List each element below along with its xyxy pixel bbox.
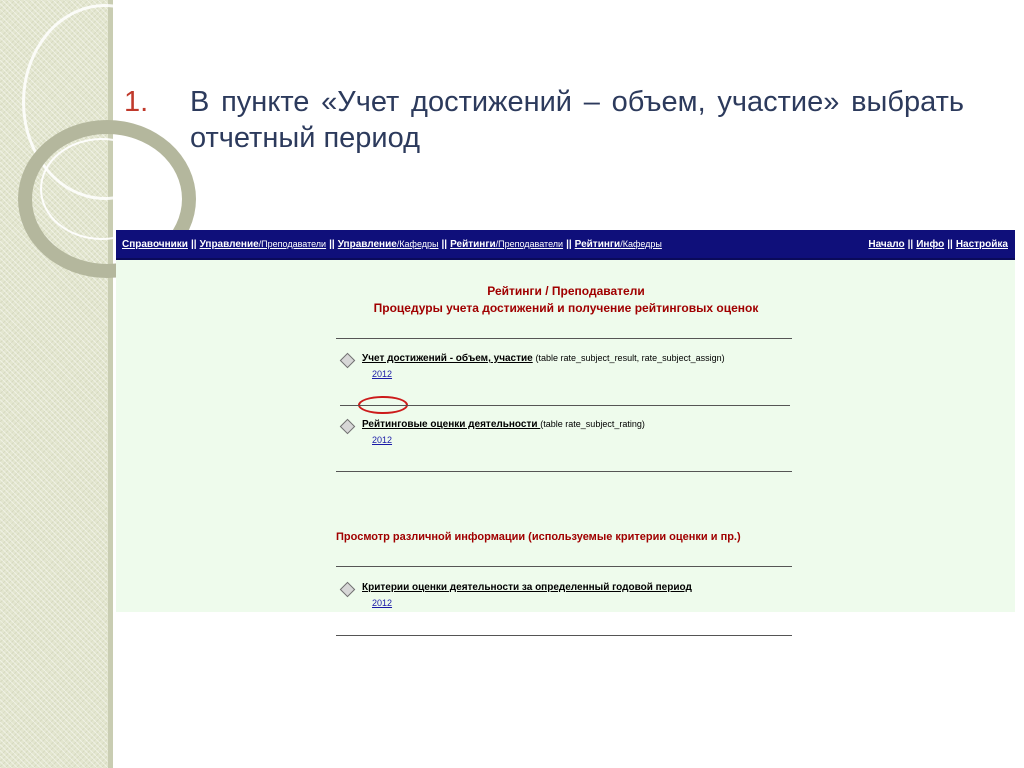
nav-link-reitingi-prepodavateli[interactable]: Рейтинги	[450, 239, 496, 250]
diamond-bullet-icon	[339, 418, 356, 435]
item-table-note: (table rate_subject_rating)	[540, 419, 645, 429]
nav-right-group: Начало || Инфо || Настройка	[868, 239, 1008, 250]
nav-left-group: Справочники || Управление /Преподаватели…	[122, 239, 662, 250]
top-navigation-bar: Справочники || Управление /Преподаватели…	[116, 230, 1015, 260]
page-title: Рейтинги / Преподаватели	[487, 284, 645, 298]
nav-separator: ||	[947, 238, 953, 250]
divider	[340, 405, 790, 406]
slide-instruction: 1. В пункте «Учет достижений – объем, уч…	[124, 84, 964, 156]
nav-link-upravlenie-kafedry[interactable]: Управление	[338, 239, 397, 250]
step-number: 1.	[124, 86, 149, 118]
embedded-web-screenshot: Справочники || Управление /Преподаватели…	[116, 230, 1015, 636]
nav-link-nastroika[interactable]: Настройка	[956, 239, 1008, 250]
nav-link-info[interactable]: Инфо	[916, 239, 944, 250]
nav-link-reitingi-kafedry[interactable]: Рейтинги	[575, 239, 621, 250]
nav-separator: ||	[329, 238, 335, 250]
nav-sub-prepodavateli[interactable]: /Преподаватели	[259, 239, 326, 249]
nav-sub-kafedry[interactable]: /Кафедры	[620, 239, 662, 249]
nav-sub-kafedry[interactable]: /Кафедры	[397, 239, 439, 249]
divider	[336, 471, 792, 472]
item-link-uchet-dostizhenii[interactable]: Учет достижений - объем, участие	[362, 353, 533, 364]
nav-separator: ||	[907, 238, 914, 250]
item-title-row: Критерии оценки деятельности за определе…	[362, 582, 692, 593]
page-subtitle: Процедуры учета достижений и получение р…	[373, 301, 759, 315]
item-table-note: (table rate_subject_result, rate_subject…	[535, 353, 725, 363]
divider	[336, 635, 792, 636]
instruction-text: В пункте «Учет достижений – объем, участ…	[190, 86, 964, 154]
item-link-kriterii-otsenki[interactable]: Критерии оценки деятельности за определе…	[362, 582, 692, 593]
nav-separator: ||	[566, 238, 572, 250]
nav-sub-prepodavateli[interactable]: /Преподаватели	[496, 239, 563, 249]
divider	[336, 566, 792, 567]
year-link[interactable]: 2012	[372, 369, 392, 379]
nav-link-nachalo[interactable]: Начало	[868, 239, 904, 250]
divider	[336, 338, 792, 339]
item-link-reitingovye-otsenki[interactable]: Рейтинговые оценки деятельности	[362, 419, 540, 430]
section-heading: Просмотр различной информации (используе…	[336, 531, 741, 543]
year-link[interactable]: 2012	[372, 598, 392, 608]
nav-link-spravochniki[interactable]: Справочники	[122, 239, 188, 250]
nav-link-upravlenie-prepodavateli[interactable]: Управление	[200, 239, 259, 250]
year-link[interactable]: 2012	[372, 435, 392, 445]
item-title-row: Рейтинговые оценки деятельности (table r…	[362, 419, 645, 430]
diamond-bullet-icon	[339, 352, 356, 369]
nav-separator: ||	[190, 238, 197, 250]
nav-separator: ||	[441, 238, 448, 250]
item-title-row: Учет достижений - объем, участие (table …	[362, 353, 725, 364]
diamond-bullet-icon	[339, 581, 356, 598]
